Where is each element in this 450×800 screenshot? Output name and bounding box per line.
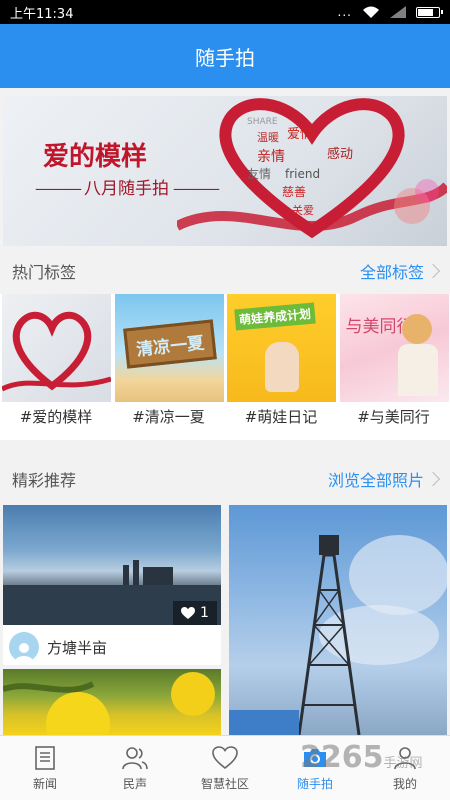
browse-all-label: 浏览全部照片 [327,471,424,490]
tag-item[interactable]: 清凉一夏 #清凉一夏 [113,294,226,440]
featured-header: 精彩推荐 浏览全部照片 [0,456,450,502]
wooden-sign: 清凉一夏 [122,319,217,369]
nav-label: 智慧社区 [200,776,249,791]
banner-word: friend [285,167,320,181]
header: 随手拍 [0,24,450,88]
banner-word: 爱情 [287,127,313,142]
photo-card[interactable] [3,669,221,735]
people-icon [122,746,148,769]
browse-all-link[interactable]: 浏览全部照片 [327,467,441,491]
photo-card[interactable] [229,505,447,735]
battery-icon [416,6,443,18]
banner-word: 友情 [247,167,271,181]
banner-title: 爱的模样 [43,142,148,172]
yellow-flower-photo [3,672,215,735]
watermark-suffix: 手游网 [383,756,423,771]
tag-image [2,294,111,402]
woman-dress [397,344,438,396]
featured-title: 精彩推荐 [12,471,77,490]
nav-item-news[interactable]: 新闻 [0,736,90,800]
status-time: 上午11:34 [10,6,74,22]
hot-tags-header: 热门标签 全部标签 [0,248,450,294]
tag-label: #与美同行 [357,408,430,426]
nav-item-voice[interactable]: 民声 [90,736,180,800]
tag-label: #爱的模样 [19,408,93,426]
like-badge[interactable]: 1 [173,601,217,625]
banner-word: 慈善 [282,184,306,199]
nav-label: 随手拍 [296,776,333,791]
heart-ribbon-icon: 温暖 爱情 亲情 感动 友情 friend 慈善 关爱 SHARE [177,98,447,239]
banner-word: SHARE [247,117,278,127]
tag-item[interactable]: 与美同行 #与美同行 [338,294,450,440]
author-row[interactable]: 方塘半亩 [3,629,221,665]
nav-label: 我的 [392,776,417,791]
banner-word: 感动 [327,146,353,162]
tag-image-title: 萌娃养成计划 [234,302,316,331]
tag-label: #清凉一夏 [132,408,205,426]
status-bar: 上午11:34 ... [0,0,450,24]
all-tags-label: 全部标签 [359,263,424,282]
author-name: 方塘半亩 [47,638,108,657]
photo-card[interactable]: 1 方塘半亩 [3,505,221,665]
banner-word: 温暖 [257,131,279,144]
heart-icon [212,745,238,769]
all-tags-link[interactable]: 全部标签 [359,259,441,283]
banner-word: 关爱 [292,203,314,217]
user-avatar-icon [15,643,33,662]
hot-tags-title: 热门标签 [12,263,77,282]
nav-label: 民声 [122,776,147,791]
chevron-right-icon [425,263,441,279]
newspaper-icon [35,745,55,770]
watermark: 2265手游网 [300,740,423,775]
signal-icon [390,6,406,18]
tag-label: #萌娃日记 [244,408,318,426]
status-dots: ... [337,5,352,19]
page-title: 随手拍 [195,45,255,70]
tag-item[interactable]: 萌娃养成计划 #萌娃日记 [225,294,338,440]
avatar [9,632,39,662]
banner-word: 亲情 [257,149,285,165]
baby-figure [265,342,299,392]
tag-image: 与美同行 [339,294,449,402]
status-icons: ... [337,5,443,19]
nav-item-community[interactable]: 智慧社区 [180,736,270,800]
like-count: 1 [200,605,209,621]
watermark-text: 2265 [300,740,384,775]
heart-icon [2,311,111,392]
nav-label: 新闻 [32,776,57,791]
tag-image: 萌娃养成计划 [227,294,336,402]
tower-photo [229,535,447,735]
tag-image: 清凉一夏 [114,294,224,402]
tag-item[interactable]: #爱的模样 [0,294,113,440]
banner[interactable]: 爱的模样 八月随手拍 温暖 爱情 亲情 感动 友情 friend 慈善 关爱 S… [3,96,447,246]
heart-icon [181,606,196,619]
hot-tags-list: #爱的模样 清凉一夏 #清凉一夏 萌娃养成计划 #萌娃日记 与美同行 #与美同行 [0,294,450,440]
woman-figure [401,314,432,344]
wifi-icon [363,6,379,18]
chevron-right-icon [425,471,441,487]
photo-image: 1 [3,505,221,625]
